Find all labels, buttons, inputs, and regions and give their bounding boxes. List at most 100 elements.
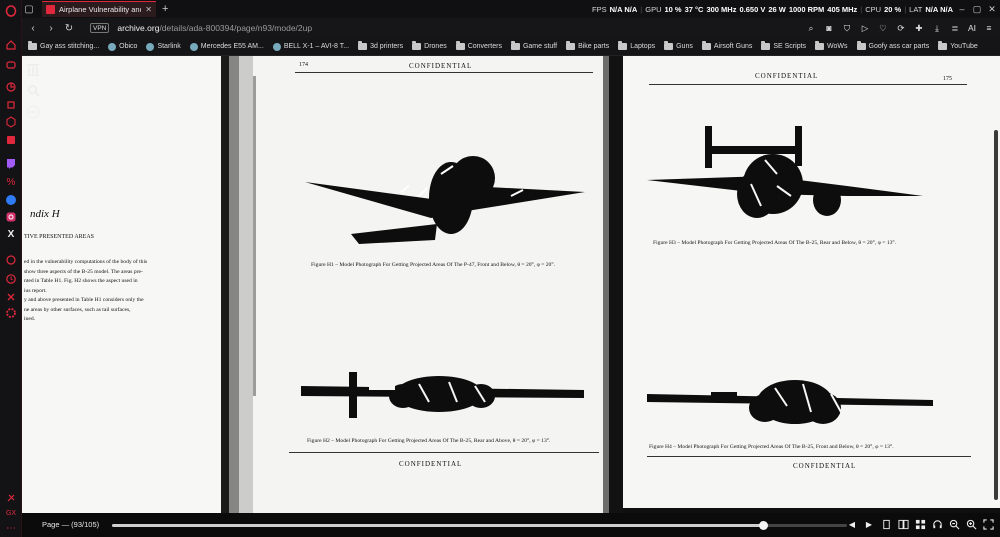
bookmark-item[interactable]: SE Scripts [761,41,807,50]
gpu-fan: 1000 RPM [788,4,825,14]
bookmark-item[interactable]: Starlink [146,42,181,51]
gx-mods-icon[interactable] [3,491,19,505]
appendix-heading: ndix H [30,208,60,220]
tab-close-icon[interactable]: ✕ [145,5,152,14]
folder-icon [856,41,866,50]
page-slider[interactable] [112,521,847,530]
camera-icon[interactable]: ◙ [824,23,834,33]
bookmarks-icon[interactable]: ≣ [950,23,960,33]
ai-chat-icon[interactable] [3,253,19,267]
address-bar: ‹ › ↻ VPN archive.org/details/ada-800394… [22,18,1000,38]
two-page-view-icon[interactable] [897,518,909,530]
bookmark-item[interactable]: Goofy ass car parts [856,41,929,50]
previous-page[interactable]: ndix H TIVE PRESENTED AREAS ed in the vu… [22,56,221,513]
gx-label-icon[interactable]: GX [3,506,19,520]
archive-logo-icon[interactable] [25,62,41,78]
appendix-text-line: ne areas by other surfaces, such as tail… [24,306,131,313]
twitch-icon[interactable] [3,157,19,171]
left-page[interactable]: 174 CONFIDENTIAL Figure H1 – Model Photo… [229,56,611,513]
menu-icon[interactable]: ≡ [984,23,994,33]
bookmark-label: Gay ass stitching... [40,43,100,50]
more-icon[interactable]: ⋯ [3,521,19,535]
download-icon[interactable]: ⤓ [932,23,942,33]
zoom-out-icon[interactable] [948,518,960,530]
bookmark-item[interactable]: Drones [412,41,447,50]
bookmark-item[interactable]: Obico [108,42,137,51]
tab-menu-icon[interactable]: ▢ [22,4,36,15]
bookmark-label: SE Scripts [773,43,807,50]
thumbnail-view-icon[interactable] [914,518,926,530]
previous-page-icon[interactable]: ◀ [846,518,858,530]
url-field[interactable]: archive.org/details/ada-800394/page/n93/… [117,23,312,33]
extension-icon[interactable] [3,98,19,112]
reload-icon[interactable]: ↻ [64,23,74,34]
book-reader-toolbar: Page — (93/105) ◀ ▶ [22,513,1000,537]
search-icon[interactable] [25,82,41,98]
header-rule [295,72,593,73]
vpn-badge[interactable]: VPN [90,23,110,33]
active-tab[interactable]: Airplane Vulnerability and C ✕ [42,1,156,17]
sync-icon[interactable]: ⟳ [896,23,906,33]
bookmark-label: YouTube [950,43,978,50]
gx-cleaner-icon[interactable] [3,133,19,147]
scrollbar[interactable] [994,130,998,500]
bookmark-item[interactable]: Mercedes E55 AM... [189,42,264,51]
back-icon[interactable]: ‹ [28,23,38,34]
home-icon[interactable] [3,38,19,52]
bookmark-item[interactable]: Game stuff [510,41,558,50]
pocket-icon[interactable]: ⛉ [842,23,852,33]
zoom-in-icon[interactable] [965,518,977,530]
one-page-view-icon[interactable] [880,518,892,530]
gx-control-icon[interactable] [3,58,19,72]
close-window-icon[interactable]: ✕ [986,4,998,15]
bookmark-item[interactable]: Bike parts [566,41,609,50]
b25-rear-below-photo [647,126,923,218]
cube-icon[interactable] [3,115,19,129]
bookmark-item[interactable]: YouTube [938,41,978,50]
bookmark-item[interactable]: BELL X-1 – AVI-8 T... [272,42,349,51]
figure-h3-caption: Figure H3 – Model Photograph For Getting… [653,240,897,246]
youtube-favicon-icon [46,5,55,14]
instagram-icon[interactable] [3,210,19,224]
next-page-icon[interactable]: ▶ [863,518,875,530]
history-icon[interactable] [3,272,19,286]
downloads-icon[interactable] [3,290,19,304]
page-icon [272,42,281,51]
bookmark-item[interactable]: Guns [664,41,693,50]
percent-icon[interactable]: % [3,175,19,189]
more-options-icon[interactable] [25,104,41,120]
figure-h1-caption: Figure H1 – Model Photograph For Getting… [311,262,555,268]
ai-button[interactable]: AI [968,23,976,33]
page-slider-thumb[interactable] [759,521,769,530]
search-icon[interactable]: ⌕ [806,23,816,33]
right-page[interactable]: CONFIDENTIAL 175 Figure H3 – Model Photo… [623,56,1000,508]
lat-value: N/A N/A [925,4,953,14]
opera-logo-icon[interactable] [3,4,19,18]
bookmark-label: Game stuff [522,43,558,50]
gpu-temp: 37 °C [684,4,704,14]
minimize-icon[interactable]: – [956,4,968,14]
bookmark-item[interactable]: WoWs [815,41,848,50]
puzzle-icon[interactable]: ✚ [914,23,924,33]
new-tab-button[interactable]: + [162,3,168,15]
fullscreen-icon[interactable] [982,518,994,530]
bookmark-item[interactable]: Converters [455,41,502,50]
maximize-icon[interactable]: ▢ [971,4,983,15]
bookmark-item[interactable]: Laptops [618,41,655,50]
gx-corner-icon[interactable] [3,80,19,94]
read-aloud-icon[interactable] [931,518,943,530]
address-bar-actions: ⌕ ◙ ⛉ ▷ ♡ ⟳ ✚ ⤓ ≣ AI ≡ [806,18,994,38]
bookmark-item[interactable]: Gay ass stitching... [28,41,100,50]
reader-controls: ◀ ▶ [846,518,994,530]
page-number-175: 175 [943,76,952,82]
messenger-icon[interactable] [3,193,19,207]
heart-icon[interactable]: ♡ [878,23,888,33]
settings-icon[interactable] [3,306,19,320]
bookmark-item[interactable]: Airsoft Guns [701,41,752,50]
x-twitter-icon[interactable]: X [3,227,19,241]
divider: | [860,4,863,14]
bookmark-item[interactable]: 3d printers [358,41,403,50]
forward-icon[interactable]: › [46,23,56,34]
play-icon[interactable]: ▷ [860,23,870,33]
appendix-text-line: y and above presented in Table H1 consid… [24,297,144,303]
